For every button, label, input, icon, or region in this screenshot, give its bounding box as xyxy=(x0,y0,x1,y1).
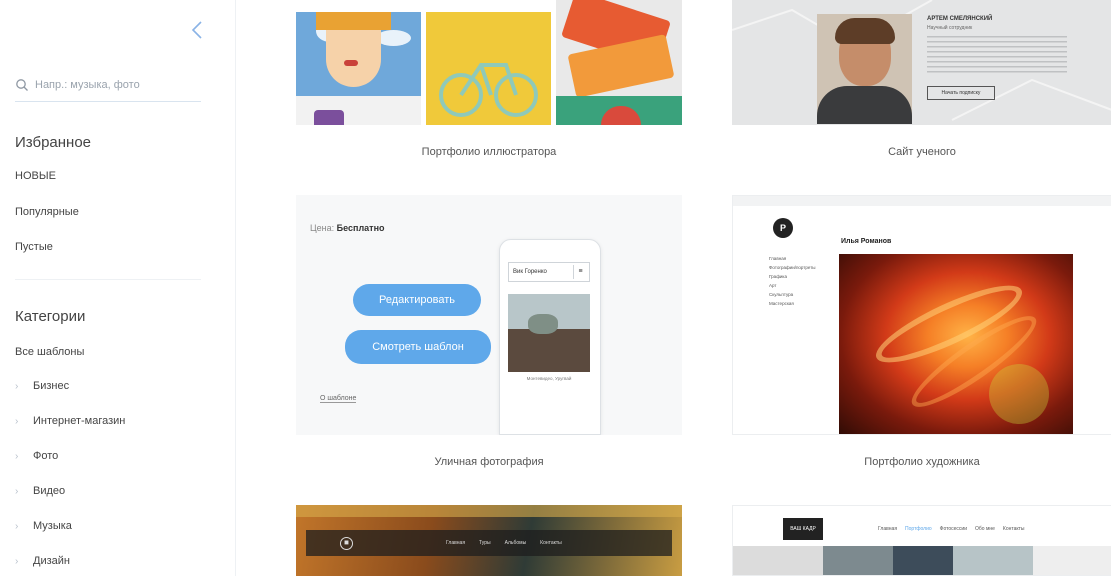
chevron-right-icon: › xyxy=(15,415,19,427)
scientist-preview-button: Начать подписку xyxy=(927,86,995,100)
edit-template-button[interactable]: Редактировать xyxy=(353,284,481,316)
category-label: Видео xyxy=(33,485,66,497)
favorites-item-new[interactable]: НОВЫЕ xyxy=(15,170,56,182)
sidebar-divider xyxy=(15,279,201,280)
category-label: Фото xyxy=(33,450,59,462)
template-thumbnail[interactable]: АРТЕМ СМЕЛЯНСКИЙ Научный сотрудник Начат… xyxy=(732,0,1111,125)
category-all-templates[interactable]: Все шаблоны xyxy=(15,346,84,358)
template-card-scientist[interactable]: АРТЕМ СМЕЛЯНСКИЙ Научный сотрудник Начат… xyxy=(732,0,1111,176)
favorites-item-popular[interactable]: Популярные xyxy=(15,206,79,218)
category-music[interactable]: › Музыка xyxy=(15,520,72,532)
search-input[interactable] xyxy=(35,78,195,91)
artist-menu: Главная Фотографии/портреты Графика Арт … xyxy=(769,256,816,306)
about-template-link[interactable]: О шаблоне xyxy=(320,395,357,403)
view-template-button[interactable]: Смотреть шаблон xyxy=(345,330,491,364)
photo-logo: ВАШ КАДР xyxy=(783,518,823,540)
template-thumbnail[interactable]: ◼ Главная Туры Альбомы Контакты xyxy=(296,505,682,576)
price-value: Бесплатно xyxy=(336,223,385,233)
template-gallery: Портфолио иллюстратора АРТЕМ СМЕЛЯНСКИЙ … xyxy=(236,0,1111,576)
category-label: Бизнес xyxy=(33,380,70,392)
artist-name: Илья Романов xyxy=(841,238,892,245)
template-name[interactable]: Уличная фотография xyxy=(296,456,682,468)
category-online-store[interactable]: › Интернет-магазин xyxy=(15,415,125,427)
artist-logo: P xyxy=(773,218,793,238)
chevron-right-icon: › xyxy=(15,450,19,462)
app-root: Избранное НОВЫЕ Популярные Пустые Катего… xyxy=(0,0,1111,576)
template-card-photographer[interactable]: ВАШ КАДР Главная Портфолио Фотосессии Об… xyxy=(732,505,1111,576)
search-field[interactable] xyxy=(15,68,201,102)
chevron-right-icon: › xyxy=(15,380,19,392)
category-label: Интернет-магазин xyxy=(33,415,126,427)
scientist-subtitle: Научный сотрудник xyxy=(927,25,973,31)
template-card-illustrator[interactable]: Портфолио иллюстратора xyxy=(296,0,682,176)
template-thumbnail[interactable]: ВАШ КАДР Главная Портфолио Фотосессии Об… xyxy=(732,505,1111,576)
scientist-name: АРТЕМ СМЕЛЯНСКИЙ xyxy=(927,16,993,22)
categories-title: Категории xyxy=(15,308,86,325)
chevron-right-icon: › xyxy=(15,520,19,532)
template-card-street-photo[interactable]: Цена: Бесплатно Вик Горенко ≡ Монтевидео… xyxy=(296,195,682,475)
music-nav: Главная Туры Альбомы Контакты xyxy=(446,540,562,546)
collapse-sidebar-icon[interactable] xyxy=(190,20,212,42)
artist-painting xyxy=(839,254,1073,434)
category-video[interactable]: › Видео xyxy=(15,485,65,497)
template-name[interactable]: Портфолио иллюстратора xyxy=(296,146,682,158)
phone-preview-caption: Монтевидео, Уругвай xyxy=(526,376,572,381)
photo-nav: Главная Портфолио Фотосессии Обо мне Кон… xyxy=(878,526,1025,532)
phone-preview-name: Вик Горенко xyxy=(513,269,547,275)
favorites-title: Избранное xyxy=(15,134,92,151)
template-card-music[interactable]: ◼ Главная Туры Альбомы Контакты xyxy=(296,505,682,576)
template-thumbnail-hover[interactable]: Цена: Бесплатно Вик Горенко ≡ Монтевидео… xyxy=(296,195,682,435)
template-name[interactable]: Сайт ученого xyxy=(732,146,1111,158)
template-card-artist[interactable]: P Илья Романов Главная Фотографии/портре… xyxy=(732,195,1111,475)
chevron-right-icon: › xyxy=(15,555,19,567)
sidebar: Избранное НОВЫЕ Популярные Пустые Катего… xyxy=(0,0,236,576)
price-label: Цена: xyxy=(310,223,335,233)
search-icon xyxy=(16,78,28,91)
category-label: Дизайн xyxy=(33,555,70,567)
category-label: Музыка xyxy=(33,520,72,532)
template-thumbnail[interactable] xyxy=(296,0,682,125)
chevron-right-icon: › xyxy=(15,485,19,497)
category-photo[interactable]: › Фото xyxy=(15,450,58,462)
category-business[interactable]: › Бизнес xyxy=(15,380,69,392)
template-thumbnail[interactable]: P Илья Романов Главная Фотографии/портре… xyxy=(732,195,1111,435)
category-design[interactable]: › Дизайн xyxy=(15,555,70,567)
template-name[interactable]: Портфолио художника xyxy=(732,456,1111,468)
favorites-item-empty[interactable]: Пустые xyxy=(15,241,53,253)
